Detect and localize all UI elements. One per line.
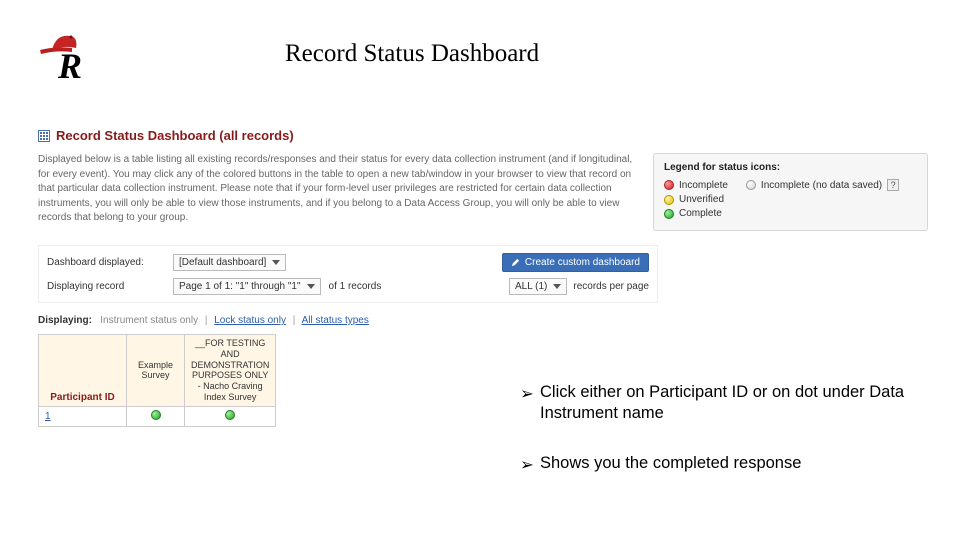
legend-label: Complete [679, 208, 722, 219]
dashboard-header: Record Status Dashboard (all records) [38, 128, 928, 143]
logo: R [38, 28, 98, 80]
filter-option-instrument: Instrument status only [100, 315, 198, 326]
dashboard-select[interactable]: [Default dashboard] [173, 254, 286, 271]
bullet-item: ➢ Click either on Participant ID or on d… [520, 382, 950, 425]
legend-label: Incomplete [679, 180, 728, 191]
filter-option-all[interactable]: All status types [302, 315, 369, 326]
controls-box: Dashboard displayed: [Default dashboard]… [38, 245, 658, 303]
bullet-list: ➢ Click either on Participant ID or on d… [520, 382, 950, 502]
per-page-select[interactable]: ALL (1) [509, 278, 567, 295]
dashboard-displayed-row: Dashboard displayed: [Default dashboard]… [47, 253, 649, 272]
status-dot-gray-icon [746, 180, 756, 190]
records-per-page-text: records per page [573, 281, 649, 292]
control-label: Displaying record [47, 281, 165, 292]
col-participant-id: Participant ID [39, 335, 127, 407]
status-dot-yellow-icon [664, 195, 674, 205]
legend-label: Unverified [679, 194, 724, 205]
legend-label: Incomplete (no data saved) [761, 180, 882, 191]
legend-title: Legend for status icons: [664, 162, 917, 173]
select-value: ALL (1) [515, 281, 547, 292]
legend-row-complete: Complete [664, 208, 917, 219]
legend-row-incomplete: Incomplete Incomplete (no data saved) ? [664, 179, 917, 191]
col-nacho-survey: __FOR TESTING AND DEMONSTRATION PURPOSES… [185, 335, 276, 407]
status-dot-green-icon[interactable] [225, 410, 235, 420]
of-records-text: of 1 records [329, 281, 382, 292]
displaying-filter: Displaying: Instrument status only | Loc… [38, 315, 928, 326]
bullet-item: ➢ Shows you the completed response [520, 453, 950, 474]
legend-row-unverified: Unverified [664, 194, 917, 205]
filter-option-lock[interactable]: Lock status only [214, 315, 286, 326]
status-dot-red-icon [664, 180, 674, 190]
slide-title: Record Status Dashboard [285, 40, 539, 68]
pencil-icon [511, 258, 520, 267]
select-value: [Default dashboard] [179, 257, 266, 268]
status-dot-green-icon[interactable] [151, 410, 161, 420]
dashboard-description: Displayed below is a table listing all e… [38, 153, 633, 226]
records-table: Participant ID Example Survey __FOR TEST… [38, 334, 276, 427]
col-example-survey: Example Survey [127, 335, 185, 407]
arrow-bullet-icon: ➢ [520, 384, 534, 405]
legend-box: Legend for status icons: Incomplete Inco… [653, 153, 928, 231]
status-dot-green-icon [664, 209, 674, 219]
caret-down-icon [553, 284, 561, 289]
arrow-bullet-icon: ➢ [520, 455, 534, 476]
caret-down-icon [272, 260, 280, 265]
displaying-record-row: Displaying record Page 1 of 1: "1" throu… [47, 278, 649, 295]
svg-text:R: R [57, 46, 82, 80]
control-label: Dashboard displayed: [47, 257, 165, 268]
participant-id-link[interactable]: 1 [45, 411, 51, 422]
dashboard-title: Record Status Dashboard (all records) [56, 128, 294, 143]
filter-prefix: Displaying: [38, 315, 92, 326]
button-label: Create custom dashboard [525, 257, 640, 268]
page-select[interactable]: Page 1 of 1: "1" through "1" [173, 278, 321, 295]
help-icon[interactable]: ? [887, 179, 899, 191]
select-value: Page 1 of 1: "1" through "1" [179, 281, 301, 292]
bullet-text: Click either on Participant ID or on dot… [540, 383, 904, 422]
caret-down-icon [307, 284, 315, 289]
table-row: 1 [39, 406, 276, 426]
create-dashboard-button[interactable]: Create custom dashboard [502, 253, 649, 272]
grid-icon [38, 130, 50, 142]
bullet-text: Shows you the completed response [540, 454, 801, 472]
